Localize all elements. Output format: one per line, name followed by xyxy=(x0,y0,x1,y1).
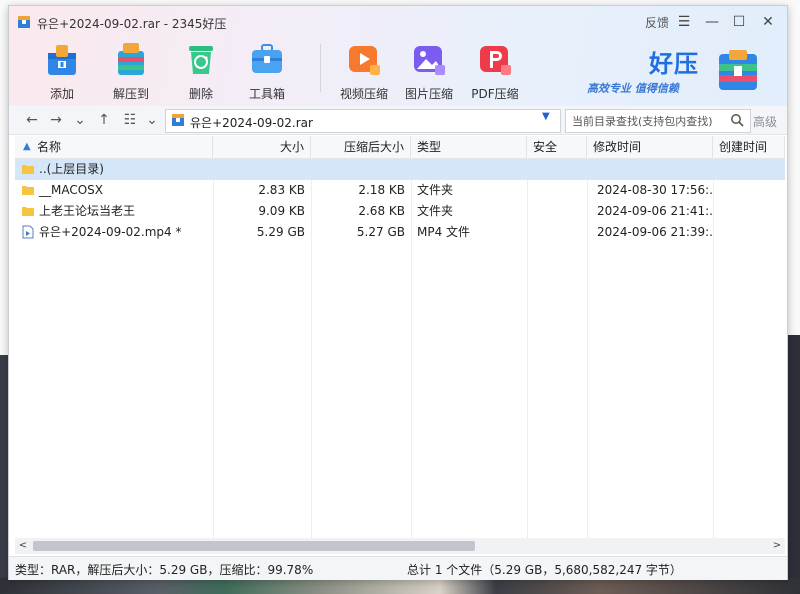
search-input[interactable] xyxy=(570,112,730,130)
column-size[interactable]: 大小 xyxy=(213,136,311,158)
add-button[interactable]: 添加 xyxy=(32,39,92,103)
column-name[interactable]: ▲ 名称 xyxy=(15,136,213,158)
scroll-left-icon[interactable]: < xyxy=(15,538,31,554)
image-compress-icon xyxy=(414,46,445,75)
archive-app-icon xyxy=(18,16,30,28)
column-modified[interactable]: 修改时间 xyxy=(587,136,713,158)
image-compress-button[interactable]: 图片压缩 xyxy=(399,39,459,103)
table-row-parent-dir[interactable]: ..(上层目录) xyxy=(15,159,785,180)
path-dropdown-icon[interactable]: ▼ xyxy=(542,111,550,122)
sort-up-icon: ▲ xyxy=(23,141,31,152)
search-icon[interactable] xyxy=(730,113,744,127)
pdf-compress-button[interactable]: PDF压缩 xyxy=(465,39,525,103)
archive-info: 类型：RAR，解压后大小：5.29 GB，压缩比：99.78% xyxy=(15,563,314,577)
file-name: 上老王论坛当老王 xyxy=(39,204,136,218)
status-bar: 类型：RAR，解压后大小：5.29 GB，压缩比：99.78% 总计 1 个文件… xyxy=(9,556,787,580)
forward-arrow-icon[interactable]: → xyxy=(47,111,65,129)
column-name-label: 名称 xyxy=(37,140,62,154)
up-arrow-icon[interactable]: ↑ xyxy=(95,111,113,129)
video-compress-icon xyxy=(349,46,380,75)
image-compress-label: 图片压缩 xyxy=(404,87,453,101)
column-security[interactable]: 安全 xyxy=(527,136,587,158)
extract-label: 解压到 xyxy=(112,87,149,101)
folder-icon xyxy=(22,207,34,216)
video-compress-label: 视频压缩 xyxy=(339,87,388,101)
file-modified: 2024-09-06 21:39:... xyxy=(597,225,713,239)
back-arrow-icon[interactable]: ← xyxy=(23,111,41,129)
toolbox-icon xyxy=(252,44,282,73)
file-modified: 2024-09-06 21:41:... xyxy=(597,204,713,218)
file-packed-size: 2.68 KB xyxy=(358,204,405,218)
video-file-icon xyxy=(22,225,34,239)
view-mode-chevron-down-icon[interactable]: ⌄ xyxy=(143,111,161,129)
file-name: __MACOSX xyxy=(39,183,104,197)
file-name: ..(上层目录) xyxy=(39,162,104,176)
table-header: ▲ 名称 大小 压缩后大小 类型 安全 修改时间 创建时间 xyxy=(15,136,785,159)
file-packed-size: 5.27 GB xyxy=(356,225,405,239)
column-created[interactable]: 创建时间 xyxy=(713,136,785,158)
archive-window: 유은+2024-09-02.rar - 2345好压 反馈 ☰ — ☐ ✕ 添加 xyxy=(8,5,788,580)
file-size: 9.09 KB xyxy=(258,204,305,218)
scrollbar-thumb[interactable] xyxy=(33,541,475,551)
window-header: 유은+2024-09-02.rar - 2345好压 反馈 ☰ — ☐ ✕ 添加 xyxy=(9,6,787,106)
brand-slogan: 高效专业 值得信赖 xyxy=(587,82,679,95)
title-bar[interactable]: 유은+2024-09-02.rar - 2345好压 反馈 ☰ — ☐ ✕ xyxy=(9,6,787,36)
delete-recycle-icon xyxy=(189,46,213,74)
menu-icon[interactable]: ☰ xyxy=(673,12,695,32)
video-compress-button[interactable]: 视频压缩 xyxy=(334,39,394,103)
desktop-taskbar-strip xyxy=(0,578,800,594)
path-text: 유은+2024-09-02.rar xyxy=(190,116,313,130)
toolbox-label: 工具箱 xyxy=(248,87,285,101)
file-type: 文件夹 xyxy=(417,183,454,197)
column-packed-size[interactable]: 压缩后大小 xyxy=(311,136,411,158)
brand-logo-icon xyxy=(719,50,757,90)
folder-up-icon xyxy=(22,165,34,174)
scroll-right-icon[interactable]: > xyxy=(769,538,785,554)
rar-archive-icon xyxy=(172,114,184,126)
minimize-icon[interactable]: — xyxy=(701,12,723,32)
file-type: MP4 文件 xyxy=(417,225,471,239)
advanced-search-link[interactable]: 高级 xyxy=(753,113,777,130)
file-size: 2.83 KB xyxy=(258,183,305,197)
pdf-compress-label: PDF压缩 xyxy=(471,87,519,101)
table-row[interactable]: 유은+2024-09-02.mp4 * 5.29 GB 5.27 GB MP4 … xyxy=(15,222,785,243)
total-summary: 总计 1 个文件（5.29 GB，5,680,582,247 字节） xyxy=(407,563,682,577)
table-row[interactable]: __MACOSX 2.83 KB 2.18 KB 文件夹 2024-08-30 … xyxy=(15,180,785,201)
add-archive-icon xyxy=(48,45,76,75)
file-type: 文件夹 xyxy=(417,204,454,218)
pdf-compress-icon xyxy=(480,46,511,75)
file-modified: 2024-08-30 17:56:... xyxy=(597,183,713,197)
navigation-bar: ← → ⌄ ↑ ☷ ⌄ 유은+2024-09-02.rar ▼ 高级 xyxy=(9,106,787,135)
view-mode-icon[interactable]: ☷ xyxy=(121,111,139,129)
column-type[interactable]: 类型 xyxy=(411,136,527,158)
delete-label: 删除 xyxy=(188,87,213,101)
horizontal-scrollbar[interactable]: < > xyxy=(15,538,785,554)
maximize-icon[interactable]: ☐ xyxy=(728,12,750,32)
brand-name: 好压 xyxy=(649,50,699,78)
folder-icon xyxy=(22,186,34,195)
file-packed-size: 2.18 KB xyxy=(358,183,405,197)
table-row[interactable]: 上老王论坛当老王 9.09 KB 2.68 KB 文件夹 2024-09-06 … xyxy=(15,201,785,222)
feedback-link[interactable]: 反馈 xyxy=(645,14,669,31)
close-icon[interactable]: ✕ xyxy=(757,12,779,32)
file-name: 유은+2024-09-02.mp4 * xyxy=(39,225,182,239)
path-field[interactable]: 유은+2024-09-02.rar ▼ xyxy=(165,109,561,133)
history-chevron-down-icon[interactable]: ⌄ xyxy=(71,111,89,129)
file-table: ▲ 名称 大小 压缩后大小 类型 安全 修改时间 创建时间 ..(上层目录) _… xyxy=(15,136,785,538)
delete-button[interactable]: 删除 xyxy=(171,39,231,103)
search-box xyxy=(565,109,751,133)
brand-area: 好压 高效专业 值得信赖 xyxy=(587,42,777,100)
toolbar-divider xyxy=(320,44,321,92)
file-size: 5.29 GB xyxy=(256,225,305,239)
add-label: 添加 xyxy=(49,87,74,101)
toolbox-button[interactable]: 工具箱 xyxy=(237,39,297,103)
extract-icon xyxy=(118,43,144,75)
window-title: 유은+2024-09-02.rar - 2345好压 xyxy=(37,17,227,31)
extract-button[interactable]: 解压到 xyxy=(101,39,161,103)
